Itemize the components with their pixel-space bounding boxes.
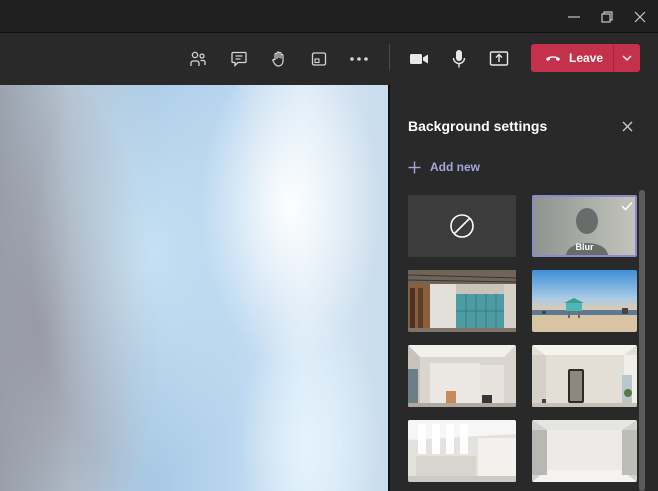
background-option-white-room[interactable]	[408, 345, 516, 407]
blur-label: Blur	[575, 242, 594, 252]
raise-hand-icon	[272, 51, 284, 67]
panel-title: Background settings	[408, 118, 548, 134]
minimize-icon	[568, 15, 580, 18]
background-option-office[interactable]	[408, 270, 516, 332]
loft-background-image	[408, 420, 516, 482]
participants-icon	[190, 51, 206, 66]
panel-scrollbar-thumb[interactable]	[639, 190, 645, 491]
background-option-blur[interactable]: Blur	[532, 195, 637, 257]
add-new-label: Add new	[430, 160, 480, 174]
background-option-beach[interactable]	[532, 270, 637, 332]
add-new-button[interactable]: Add new	[408, 158, 480, 176]
breakout-rooms-button[interactable]	[304, 44, 334, 74]
restore-icon	[601, 10, 613, 23]
mirror-room-background-image	[532, 345, 637, 407]
close-icon	[622, 121, 632, 131]
hang-up-icon	[546, 56, 560, 61]
share-screen-icon	[489, 51, 509, 66]
camera-button[interactable]	[404, 44, 434, 74]
minimize-button[interactable]	[557, 0, 591, 33]
more-options-button[interactable]	[344, 44, 374, 74]
background-option-loft[interactable]	[408, 420, 516, 482]
background-settings-panel: Background settings Add new Blur	[390, 85, 658, 491]
leave-options-button[interactable]	[614, 44, 640, 72]
leave-button[interactable]: Leave	[531, 44, 613, 72]
beach-background-image	[532, 270, 637, 332]
more-options-icon	[350, 57, 368, 61]
chat-icon	[231, 51, 247, 68]
selected-check	[621, 201, 633, 211]
office-background-image	[408, 270, 516, 332]
microphone-icon	[452, 50, 466, 68]
close-panel-button[interactable]	[618, 117, 636, 135]
video-preview	[0, 85, 389, 491]
close-window-button[interactable]	[623, 0, 657, 33]
white-room-background-image	[408, 345, 516, 407]
teams-meeting-window: Leave Background settings Add new Blur	[0, 0, 658, 491]
share-screen-button[interactable]	[484, 44, 514, 74]
background-option-mirror-room[interactable]	[532, 345, 637, 407]
chat-button[interactable]	[224, 44, 254, 74]
participants-button[interactable]	[183, 44, 213, 74]
plus-icon	[408, 161, 421, 173]
studio-background-image	[532, 420, 637, 482]
background-option-none[interactable]	[408, 195, 516, 257]
rooms-icon	[311, 52, 327, 66]
close-icon	[634, 11, 646, 22]
leave-button-group: Leave	[531, 44, 640, 72]
camera-icon	[410, 54, 428, 64]
checkmark-icon	[621, 201, 633, 211]
leave-label: Leave	[569, 51, 604, 65]
title-bar	[0, 0, 658, 33]
microphone-button[interactable]	[444, 44, 474, 74]
raise-hand-button[interactable]	[264, 44, 294, 74]
background-option-studio[interactable]	[532, 420, 637, 482]
restore-button[interactable]	[590, 0, 624, 33]
no-background-icon	[450, 214, 474, 238]
toolbar-divider	[389, 44, 390, 71]
chevron-down-icon	[622, 55, 632, 61]
